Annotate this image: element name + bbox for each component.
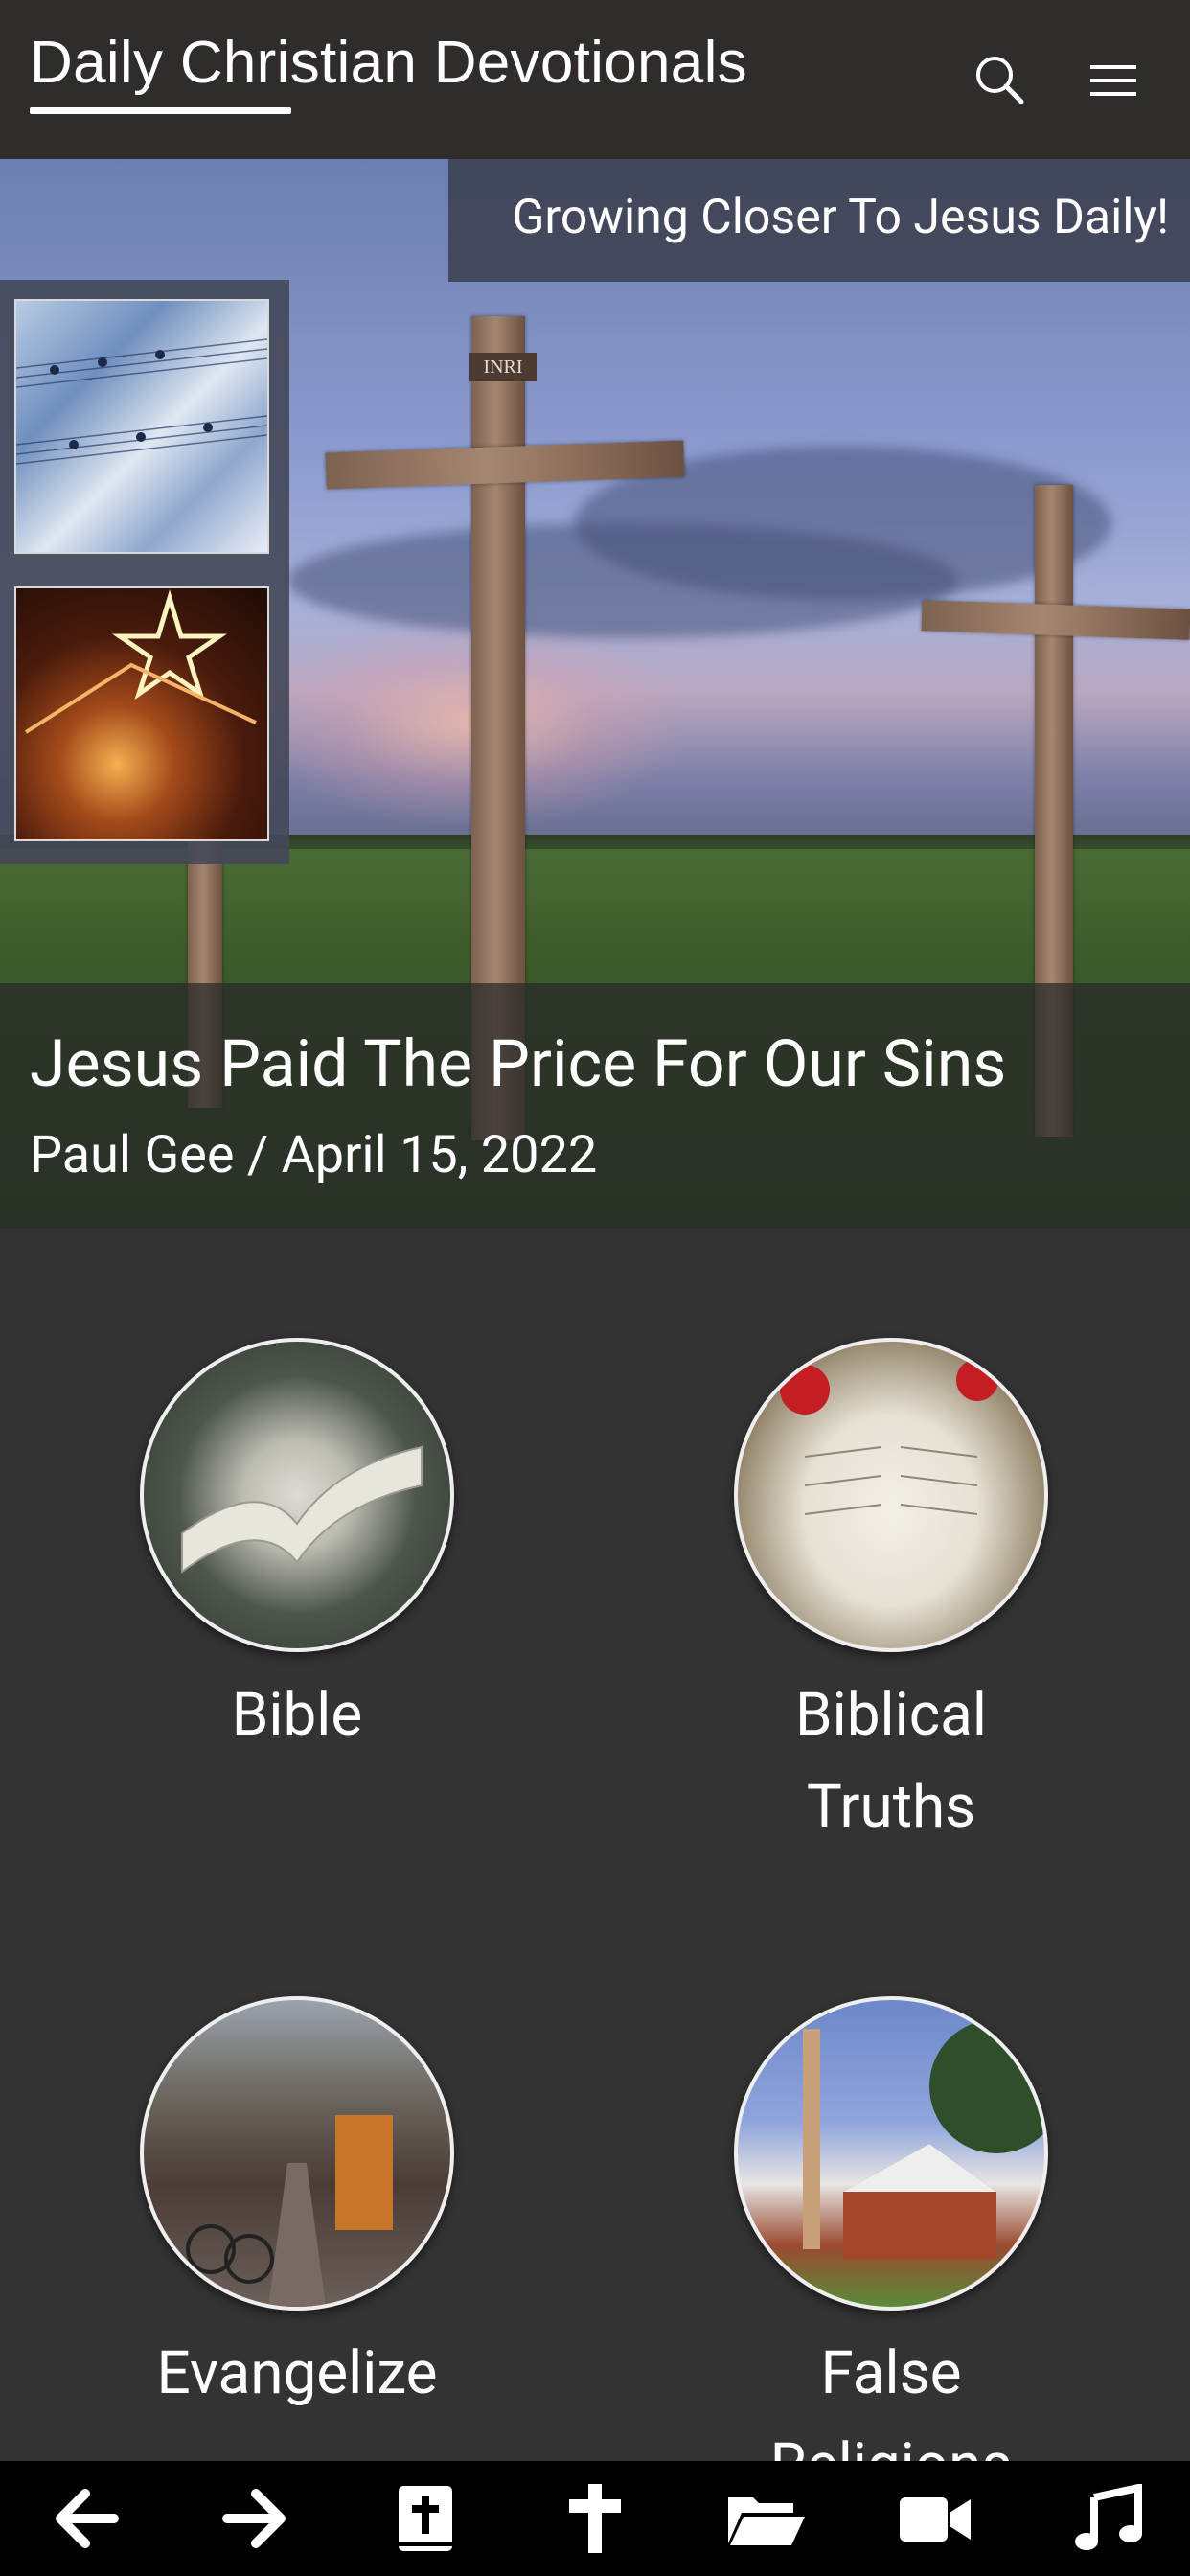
category-image-evangelize	[140, 1996, 454, 2311]
featured-thumbnails	[0, 280, 289, 864]
search-button[interactable]	[970, 50, 1031, 111]
category-biblical-truths[interactable]: Biblical Truths	[632, 1338, 1150, 1853]
thumbnail-sheet-music[interactable]	[14, 299, 269, 554]
hero-caption-overlay	[0, 983, 1190, 1229]
category-label: Biblical Truths	[795, 1680, 987, 1842]
right-cross-beam	[921, 600, 1190, 640]
open-bible-icon	[780, 1359, 998, 1515]
folder-open-icon	[728, 2497, 805, 2545]
category-label: Evangelize	[156, 2338, 438, 2408]
category-evangelize[interactable]: Evangelize	[38, 1996, 556, 2420]
video-camera-icon	[900, 2497, 971, 2542]
category-image-false-religions	[734, 1996, 1048, 2311]
category-image-biblical-truths	[734, 1338, 1048, 1652]
post-meta: Paul Gee / April 15, 2022	[30, 1125, 598, 1185]
site-title[interactable]: Daily Christian Devotionals	[30, 29, 747, 97]
category-bible[interactable]: Bible	[38, 1338, 556, 1761]
sheet-music-image	[15, 338, 268, 465]
cross-icon	[569, 2484, 621, 2553]
nav-video-button[interactable]	[894, 2484, 976, 2553]
sunset-glow	[249, 619, 690, 830]
nav-cross-button[interactable]	[554, 2484, 636, 2553]
tagline-box: Growing Closer To Jesus Daily!	[448, 159, 1190, 282]
site-header: Daily Christian Devotionals	[0, 0, 1190, 159]
bible-icon	[399, 2486, 452, 2551]
church-building-icon	[803, 2019, 1044, 2259]
search-icon	[976, 57, 1024, 104]
arrow-right-icon	[222, 2489, 286, 2548]
bottom-nav-bar	[0, 2461, 1190, 2576]
tagline: Growing Closer To Jesus Daily!	[512, 190, 1169, 245]
arrow-left-icon	[56, 2489, 119, 2548]
title-underline	[30, 107, 291, 114]
street-scene-icon	[186, 2115, 393, 2307]
cross-inri-sign: INRI	[469, 353, 537, 381]
thumbnail-nativity[interactable]	[14, 586, 269, 841]
nativity-star-image	[24, 589, 257, 734]
cloud-shape	[287, 523, 958, 638]
nav-folder-button[interactable]	[724, 2484, 807, 2553]
open-book-icon	[181, 1445, 423, 1574]
nav-forward-button[interactable]	[214, 2484, 296, 2553]
nav-bible-button[interactable]	[383, 2484, 466, 2553]
post-title[interactable]: Jesus Paid The Price For Our Sins	[30, 1025, 1006, 1102]
hamburger-menu-icon	[1090, 65, 1136, 96]
category-label: Bible	[231, 1680, 363, 1750]
nav-music-button[interactable]	[1065, 2483, 1148, 2553]
category-false-religions[interactable]: False Religions	[632, 1996, 1150, 2512]
nav-back-button[interactable]	[45, 2484, 127, 2553]
menu-button[interactable]	[1083, 50, 1144, 111]
music-note-icon	[1075, 2483, 1142, 2550]
category-image-bible	[140, 1338, 454, 1652]
